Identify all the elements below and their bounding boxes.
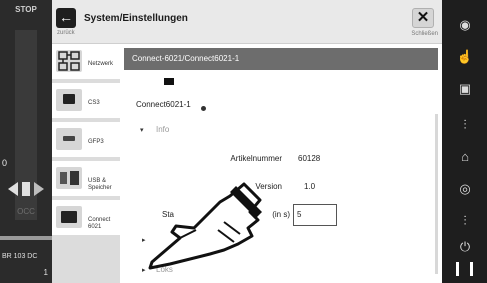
sound-icon[interactable]: ◎ (450, 176, 480, 202)
collapsed-section-toggle[interactable]: ▸ (142, 236, 146, 244)
close-button[interactable]: ✕ (412, 8, 434, 28)
info-section-label[interactable]: Info (156, 125, 169, 134)
back-button[interactable]: ← (56, 8, 76, 28)
stop-label: STOP (15, 5, 37, 14)
locos-section-label[interactable]: Loks (156, 265, 173, 274)
network-icon (56, 50, 82, 72)
power-icon[interactable]: ⏻ (450, 234, 480, 260)
occupancy-label: OCC (17, 207, 35, 216)
direction-icon[interactable] (4, 180, 48, 198)
speed-value: 0 (2, 158, 8, 168)
version-value: 1.0 (304, 182, 316, 191)
arrow-left-icon: ← (59, 9, 73, 25)
function-panel: ◉ ☝ ▣ ⫶ ⌂ ◎ ⫶ ⏻ (442, 0, 487, 283)
info-toggle[interactable]: ▾ (140, 126, 144, 134)
category-label: CS3 (88, 100, 100, 106)
category-label: GFP3 (88, 139, 104, 145)
home-icon[interactable]: ⌂ (450, 144, 480, 170)
category-usb-storage[interactable]: USB & Speicher (52, 161, 120, 198)
app-header: ← zurück System/Einstellungen ✕ Schließe… (52, 0, 442, 44)
category-connect-6021[interactable]: Connect 6021 (52, 200, 120, 237)
category-sidebar: Netzwerk CS3 GFP3 USB & Speicher Connect… (52, 44, 120, 283)
setting-input[interactable]: 5 (293, 204, 337, 226)
usb-storage-icon (56, 167, 82, 189)
locos-toggle[interactable]: ▸ (142, 266, 146, 274)
device-name[interactable]: Connect6021-1 (136, 100, 191, 109)
connect-6021-icon (56, 206, 82, 228)
back-label: zurück (57, 30, 75, 36)
lamp-icon[interactable]: ◉ (450, 12, 480, 38)
settings-detail-panel: Connect-6021/Connect6021-1 Connect6021-1… (120, 44, 442, 283)
category-label: Connect 6021 (88, 217, 111, 230)
scrollbar[interactable] (435, 114, 438, 274)
cs3-icon (56, 89, 82, 111)
stop-button[interactable]: STOP (0, 0, 52, 30)
version-label: Version (255, 182, 282, 191)
gfp3-icon (56, 128, 82, 150)
category-label: Netzwerk (88, 61, 114, 67)
device-icon (164, 78, 174, 85)
category-network[interactable]: Netzwerk (52, 44, 120, 81)
close-label: Schließen (411, 31, 438, 37)
setting-unit-label: (in s) (272, 210, 290, 219)
signal-bars-icon (454, 262, 478, 276)
lock-icon[interactable]: ▣ (450, 76, 480, 102)
page-title: System/Einstellungen (84, 13, 188, 24)
category-gfp3[interactable]: GFP3 (52, 122, 120, 159)
article-number-value: 60128 (298, 154, 321, 163)
throttle-bar (0, 236, 52, 240)
locomotive-control-panel: STOP 0 OCC BR 103 DC 1 (0, 0, 52, 283)
function-icon[interactable]: ⫶ (450, 112, 480, 138)
article-number-label: Artikelnummer (230, 154, 282, 163)
section-header: Connect-6021/Connect6021-1 (124, 48, 438, 70)
close-icon: ✕ (416, 9, 430, 26)
category-cs3[interactable]: CS3 (52, 83, 120, 120)
status-indicator (201, 106, 206, 111)
function-2-icon[interactable]: ⫶ (450, 208, 480, 234)
loco-number: 1 (43, 268, 48, 277)
category-label: USB & Speicher (88, 178, 112, 191)
hand-icon[interactable]: ☝ (450, 44, 480, 70)
loco-name[interactable]: BR 103 DC (2, 253, 37, 260)
setting-label: Sta (162, 210, 175, 219)
